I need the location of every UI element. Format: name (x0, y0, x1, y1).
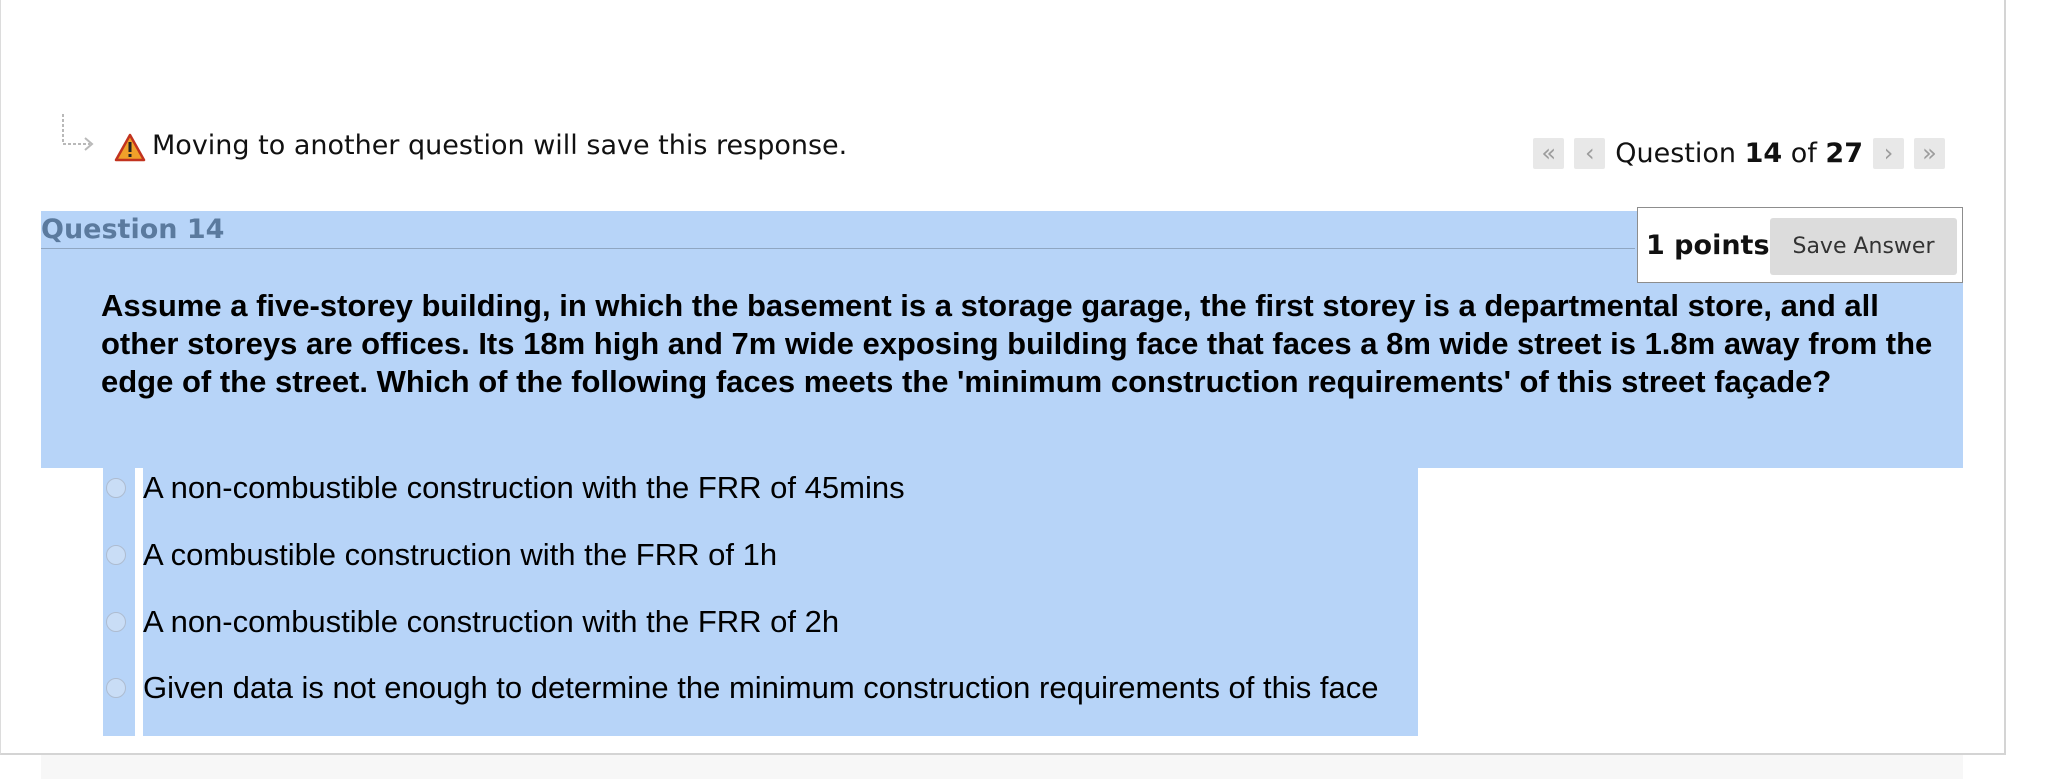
total-questions: 27 (1825, 137, 1863, 169)
first-question-button[interactable]: « (1533, 137, 1565, 169)
next-question-button[interactable]: › (1873, 137, 1904, 169)
question-counter-separator: of (1790, 137, 1817, 169)
previous-question-button[interactable]: ‹ (1574, 137, 1606, 169)
radio-icon[interactable] (106, 678, 126, 698)
warning-icon (114, 133, 146, 167)
question-counter-prefix: Question (1615, 137, 1737, 169)
last-question-button[interactable]: » (1914, 137, 1945, 169)
points-label: 1 points (1646, 230, 1770, 261)
radio-icon[interactable] (106, 612, 126, 632)
question-text: Assume a five-storey building, in which … (101, 288, 1933, 399)
answer-label[interactable]: Given data is not enough to determine th… (143, 670, 1378, 706)
save-notice-text: Moving to another question will save thi… (152, 130, 848, 161)
question-title: Question 14 (41, 214, 225, 245)
answer-label[interactable]: A non-combustible construction with the … (143, 470, 905, 506)
answer-label[interactable]: A combustible construction with the FRR … (143, 537, 777, 573)
radio-icon[interactable] (106, 478, 126, 498)
points-box: 1 points Save Answer (1637, 207, 1963, 283)
branch-arrow-icon (60, 112, 96, 161)
current-question-number: 14 (1744, 137, 1783, 169)
save-answer-button[interactable]: Save Answer (1770, 218, 1957, 275)
question-counter: Question 14 of 27 (1615, 138, 1863, 169)
radio-icon[interactable] (106, 545, 126, 565)
title-divider (41, 248, 1635, 249)
bottom-strip (41, 755, 1963, 779)
question-navigation: « ‹ Question 14 of 27 › » (1533, 136, 1945, 170)
answer-label[interactable]: A non-combustible construction with the … (143, 604, 839, 640)
